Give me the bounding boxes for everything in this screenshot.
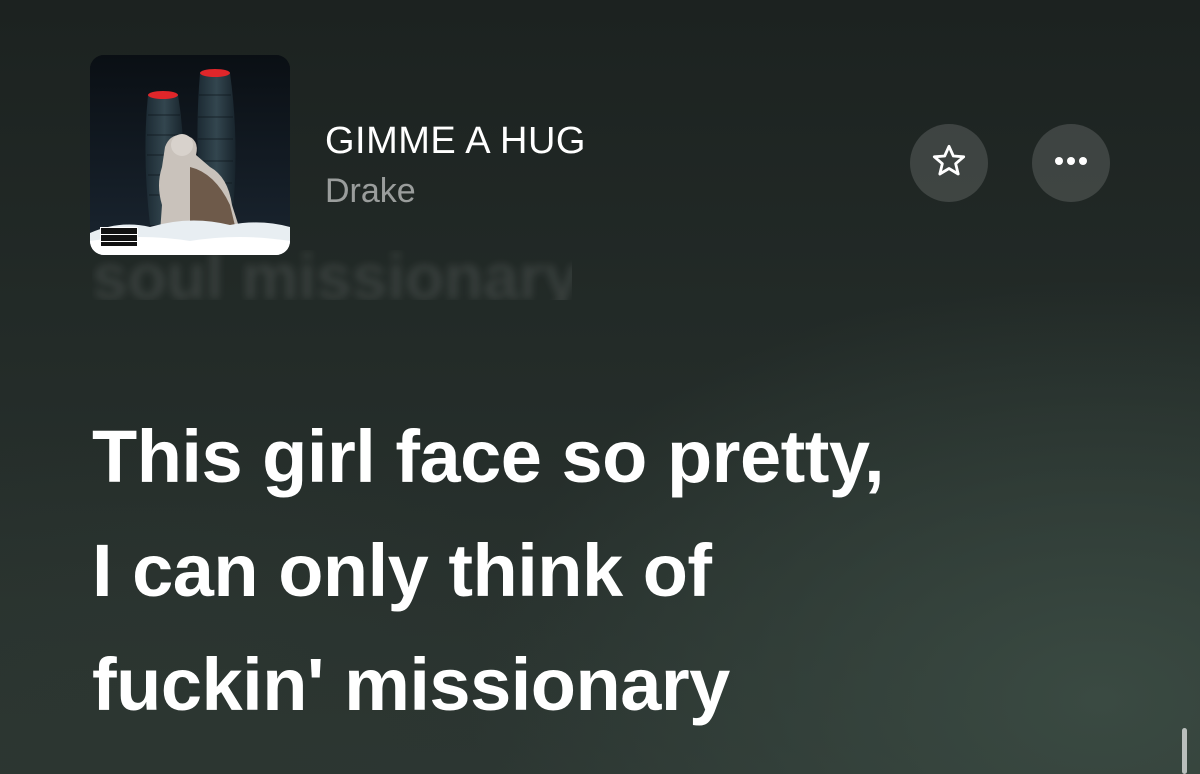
lyric-line: I can only think of <box>92 529 712 612</box>
track-title[interactable]: GIMME A HUG <box>325 120 586 163</box>
album-art[interactable] <box>90 55 290 255</box>
lyric-line: fuckin' missionary <box>92 643 730 726</box>
star-outline-icon <box>929 141 969 186</box>
lyric-line: This girl face so pretty, <box>92 415 885 498</box>
previous-lyric-text: soul missionary <box>92 250 572 300</box>
album-cover-image <box>90 55 290 255</box>
now-playing-header: GIMME A HUG Drake <box>0 0 1200 270</box>
more-options-button[interactable] <box>1032 124 1110 202</box>
current-lyrics[interactable]: This girl face so pretty, I can only thi… <box>92 400 1152 742</box>
track-artist[interactable]: Drake <box>325 172 416 211</box>
scrollbar[interactable] <box>1182 728 1187 774</box>
previous-lyric-line[interactable]: soul missionary <box>92 250 572 300</box>
ellipsis-icon <box>1051 154 1091 172</box>
favorite-button[interactable] <box>910 124 988 202</box>
